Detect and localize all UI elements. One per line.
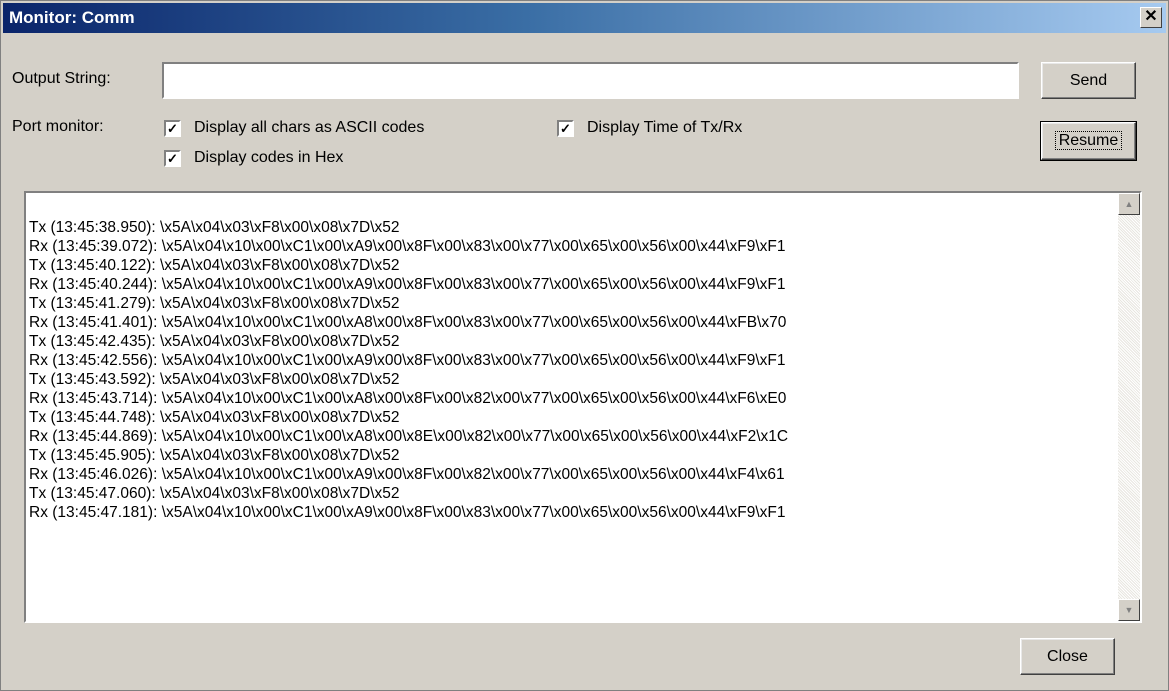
log-line: Tx (13:45:47.060): \x5A\x04\x03\xF8\x00\… [29,485,400,502]
log-line: Tx (13:45:42.435): \x5A\x04\x03\xF8\x00\… [29,333,400,350]
log-lines: Tx (13:45:38.950): \x5A\x04\x03\xF8\x00\… [29,218,788,522]
title-bar[interactable]: Monitor: Comm ✕ [3,3,1166,33]
send-button-label: Send [1069,72,1108,89]
log-line: Rx (13:45:47.181): \x5A\x04\x10\x00\xC1\… [29,504,786,521]
time-txrx-checkbox[interactable]: ✓ Display Time of Tx/Rx [557,119,742,137]
window-title: Monitor: Comm [9,8,135,27]
close-window-button[interactable]: ✕ [1140,7,1162,28]
scroll-down-arrow-icon[interactable]: ▼ [1118,599,1140,621]
hex-codes-checkbox[interactable]: ✓ Display codes in Hex [164,149,343,167]
port-monitor-log[interactable]: Tx (13:45:38.950): \x5A\x04\x03\xF8\x00\… [24,191,1142,623]
monitor-comm-window: Monitor: Comm ✕ Output String: Send Port… [0,0,1169,691]
log-scrollbar[interactable]: ▲ ▼ [1118,193,1140,621]
time-txrx-label: Display Time of Tx/Rx [587,119,743,136]
log-line: Tx (13:45:45.905): \x5A\x04\x03\xF8\x00\… [29,447,400,464]
ascii-codes-label: Display all chars as ASCII codes [194,119,425,136]
checkbox-time-check-icon: ✓ [557,119,574,137]
log-line: Rx (13:45:46.026): \x5A\x04\x10\x00\xC1\… [29,466,785,483]
output-string-input[interactable] [162,62,1019,99]
send-button[interactable]: Send [1041,62,1136,99]
log-line: Rx (13:45:42.556): \x5A\x04\x10\x00\xC1\… [29,352,786,369]
port-monitor-label: Port monitor: [12,118,104,135]
checkbox-ascii-check-icon: ✓ [164,119,181,137]
output-string-label: Output String: [12,70,111,87]
resume-button[interactable]: Resume [1040,121,1137,161]
scroll-up-arrow-icon[interactable]: ▲ [1118,193,1140,215]
log-line: Rx (13:45:43.714): \x5A\x04\x10\x00\xC1\… [29,390,787,407]
resume-button-label: Resume [1054,131,1123,150]
hex-codes-label: Display codes in Hex [194,149,344,166]
close-button[interactable]: Close [1020,638,1115,675]
close-icon: ✕ [1144,8,1158,25]
log-line: Tx (13:45:44.748): \x5A\x04\x03\xF8\x00\… [29,409,400,426]
log-line: Rx (13:45:44.869): \x5A\x04\x10\x00\xC1\… [29,428,789,445]
log-line: Tx (13:45:43.592): \x5A\x04\x03\xF8\x00\… [29,371,400,388]
checkbox-hex-check-icon: ✓ [164,149,181,167]
log-line: Tx (13:45:41.279): \x5A\x04\x03\xF8\x00\… [29,295,400,312]
log-line: Rx (13:45:41.401): \x5A\x04\x10\x00\xC1\… [29,314,787,331]
log-line: Tx (13:45:40.122): \x5A\x04\x03\xF8\x00\… [29,257,400,274]
ascii-codes-checkbox[interactable]: ✓ Display all chars as ASCII codes [164,119,424,137]
log-line: Tx (13:45:38.950): \x5A\x04\x03\xF8\x00\… [29,219,400,236]
log-line: Rx (13:45:40.244): \x5A\x04\x10\x00\xC1\… [29,276,786,293]
close-button-label: Close [1047,648,1088,665]
log-line: Rx (13:45:39.072): \x5A\x04\x10\x00\xC1\… [29,238,786,255]
